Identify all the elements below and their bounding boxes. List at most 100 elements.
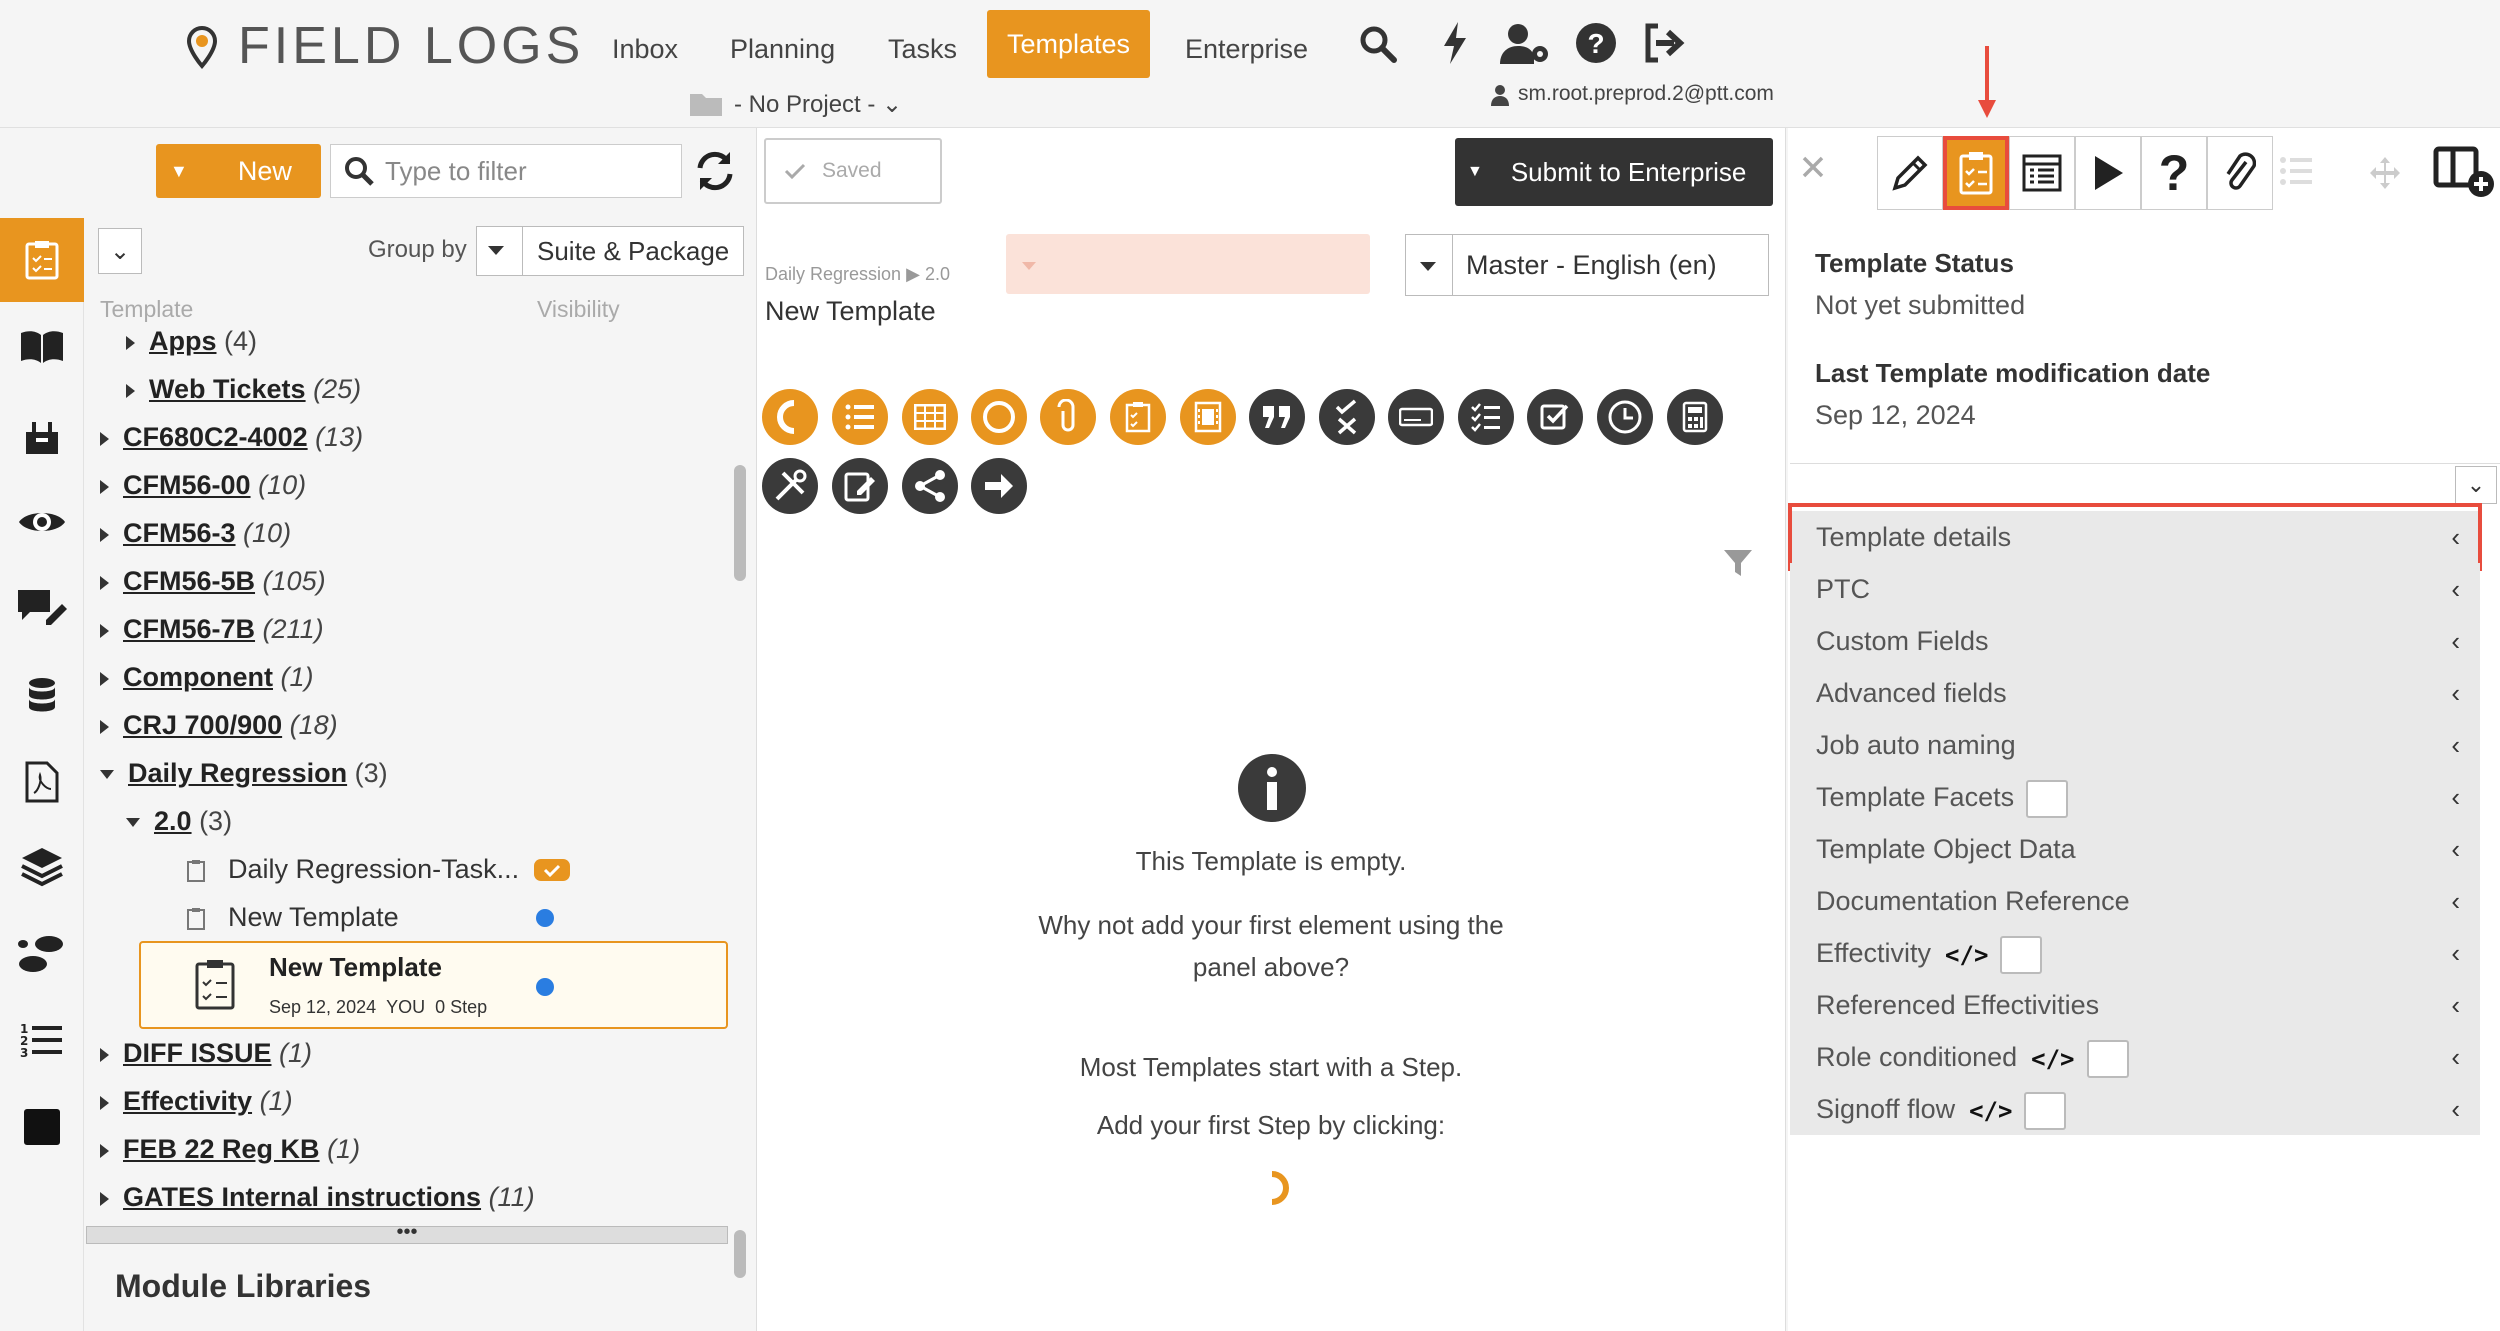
section-advanced-fields[interactable]: Advanced fields ‹: [1790, 667, 2480, 719]
help-icon[interactable]: ?: [1575, 22, 1617, 64]
quote-icon[interactable]: [1249, 389, 1305, 445]
step-icon[interactable]: [762, 389, 818, 445]
user-settings-icon[interactable]: [1500, 22, 1552, 66]
table-icon[interactable]: [902, 389, 958, 445]
search-icon[interactable]: [1358, 24, 1398, 64]
section-job-auto-naming[interactable]: Job auto naming ‹: [1790, 719, 2480, 771]
film-icon[interactable]: [1180, 389, 1236, 445]
form-view-button[interactable]: [2009, 136, 2075, 210]
close-icon[interactable]: [1800, 154, 1826, 180]
effectivity-checkbox[interactable]: [2000, 935, 2043, 974]
edit-form-icon[interactable]: [832, 458, 888, 514]
branch-icon[interactable]: [902, 458, 958, 514]
section-template-object-data[interactable]: Template Object Data ‹: [1790, 823, 2480, 875]
tree-node[interactable]: Apps (4): [126, 317, 257, 365]
caret-right-icon: [100, 623, 109, 638]
facets-checkbox[interactable]: [2026, 779, 2069, 818]
signoff-flow-checkbox[interactable]: [2024, 1091, 2067, 1130]
tree-node[interactable]: CFM56-00 (10): [100, 461, 306, 509]
check-cross-icon[interactable]: [1319, 389, 1375, 445]
tree-node[interactable]: Effectivity (1): [100, 1077, 293, 1125]
add-step-icon[interactable]: [1250, 1168, 1290, 1208]
section-custom-fields[interactable]: Custom Fields ‹: [1790, 615, 2480, 667]
edit-tool-button[interactable]: [1877, 136, 1943, 210]
nav-templates[interactable]: Templates: [987, 10, 1151, 78]
logout-icon[interactable]: [1642, 22, 1686, 64]
nav-inbox[interactable]: Inbox: [592, 24, 698, 74]
arrow-right-icon[interactable]: [971, 458, 1027, 514]
tree-scrollbar[interactable]: [734, 465, 746, 581]
nav-tasks[interactable]: Tasks: [868, 24, 977, 74]
status-select[interactable]: [1006, 234, 1370, 294]
add-panel-icon[interactable]: [2433, 146, 2495, 198]
section-signoff-flow[interactable]: Signoff flow </> ‹: [1790, 1083, 2480, 1135]
run-button[interactable]: [2075, 136, 2141, 210]
help-button[interactable]: ?: [2141, 136, 2207, 210]
group-by-select[interactable]: Suite & Package: [476, 226, 744, 276]
rail-templates[interactable]: [0, 218, 84, 302]
tree-node[interactable]: Daily Regression (3): [100, 749, 388, 797]
rail-book-icon[interactable]: [0, 305, 84, 389]
user-icon: [1490, 84, 1510, 106]
lower-scrollbar[interactable]: [734, 1230, 746, 1278]
language-select[interactable]: Master - English (en): [1405, 234, 1769, 296]
tree-node[interactable]: CFM56-7B (211): [100, 605, 324, 653]
rail-inbox-icon[interactable]: [0, 395, 84, 479]
pencil-icon: [1892, 155, 1928, 191]
new-button[interactable]: ▼ New: [156, 144, 321, 198]
filter-input[interactable]: Type to filter: [330, 144, 682, 198]
section-documentation-reference[interactable]: Documentation Reference ‹: [1790, 875, 2480, 927]
rail-pdf-icon[interactable]: [0, 740, 84, 824]
section-ptc[interactable]: PTC ‹: [1790, 563, 2480, 615]
filter-funnel-icon[interactable]: [1722, 548, 1754, 578]
tools-icon[interactable]: [762, 458, 818, 514]
rail-square-icon[interactable]: [0, 1085, 84, 1169]
rail-database-icon[interactable]: [0, 655, 84, 739]
refresh-icon[interactable]: [692, 148, 738, 194]
saved-button[interactable]: Saved: [764, 138, 942, 204]
rail-eye-icon[interactable]: [0, 480, 84, 564]
tree-node[interactable]: CFM56-5B (105): [100, 557, 326, 605]
template-properties-button[interactable]: [1943, 136, 2009, 210]
tree-node[interactable]: Web Tickets (25): [126, 365, 361, 413]
rail-numbered-list-icon[interactable]: 123: [0, 998, 84, 1082]
section-template-facets[interactable]: Template Facets ‹: [1790, 771, 2480, 823]
clock-icon[interactable]: [1597, 389, 1653, 445]
list-icon[interactable]: [832, 389, 888, 445]
logo-icon: [182, 22, 222, 72]
section-referenced-effectivities[interactable]: Referenced Effectivities ‹: [1790, 979, 2480, 1031]
tree-leaf[interactable]: Daily Regression-Task...: [186, 845, 519, 893]
rail-comment-edit-icon[interactable]: [0, 565, 84, 649]
role-conditioned-checkbox[interactable]: [2086, 1039, 2129, 1078]
project-selector[interactable]: - No Project - ⌄: [734, 90, 902, 119]
input-field-icon[interactable]: [1388, 389, 1444, 445]
tree-node[interactable]: FEB 22 Reg KB (1): [100, 1125, 360, 1173]
attachments-button[interactable]: [2207, 136, 2273, 210]
resize-handle[interactable]: •••: [86, 1222, 728, 1244]
tree-node[interactable]: CF680C2-4002 (13): [100, 413, 363, 461]
checklist-icon[interactable]: [1110, 389, 1166, 445]
circle-icon[interactable]: [971, 389, 1027, 445]
checkbox-icon[interactable]: [1527, 389, 1583, 445]
tree-node[interactable]: CFM56-3 (10): [100, 509, 291, 557]
collapse-all-button[interactable]: ⌄: [98, 228, 142, 274]
tree-node[interactable]: DIFF ISSUE (1): [100, 1029, 312, 1077]
multi-check-icon[interactable]: [1458, 389, 1514, 445]
tree-node[interactable]: 2.0 (3): [126, 797, 232, 845]
calculator-icon[interactable]: [1667, 389, 1723, 445]
tree-node[interactable]: Component (1): [100, 653, 314, 701]
rail-footsteps-icon[interactable]: [0, 912, 84, 996]
section-role-conditioned[interactable]: Role conditioned </> ‹: [1790, 1031, 2480, 1083]
section-effectivity[interactable]: Effectivity </> ‹: [1790, 927, 2480, 979]
nav-enterprise[interactable]: Enterprise: [1165, 24, 1328, 74]
expand-all-button[interactable]: ⌄: [2455, 466, 2497, 504]
tree-node[interactable]: CRJ 700/900 (18): [100, 701, 338, 749]
tree-leaf[interactable]: New Template: [186, 893, 399, 941]
attachment-icon[interactable]: [1040, 389, 1096, 445]
submit-to-enterprise-button[interactable]: ▼ Submit to Enterprise: [1455, 138, 1773, 206]
lightning-icon[interactable]: [1440, 20, 1470, 66]
tree-node[interactable]: GATES Internal instructions (11): [100, 1173, 535, 1221]
rail-layers-icon[interactable]: [0, 825, 84, 909]
nav-planning[interactable]: Planning: [710, 24, 855, 74]
move-icon[interactable]: [2368, 156, 2402, 190]
